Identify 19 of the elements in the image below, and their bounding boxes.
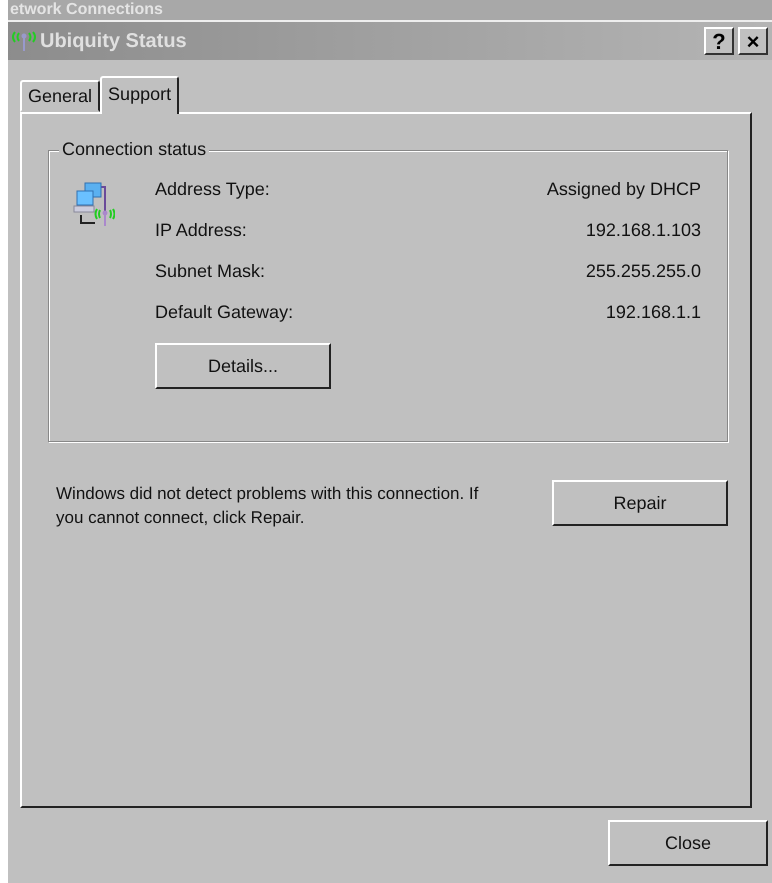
window-title: Ubiquity Status bbox=[40, 30, 188, 52]
field-value: 255.255.255.0 bbox=[586, 261, 701, 282]
antenna-icon bbox=[10, 30, 38, 52]
close-button[interactable]: × bbox=[738, 27, 768, 55]
field-value: Assigned by DHCP bbox=[546, 179, 701, 200]
repair-button[interactable]: Repair bbox=[552, 480, 728, 526]
field-label: Subnet Mask: bbox=[155, 261, 266, 282]
details-button[interactable]: Details... bbox=[155, 343, 331, 389]
tab[interactable]: Support bbox=[100, 76, 180, 114]
tab[interactable]: General bbox=[20, 80, 100, 112]
field-label: IP Address: bbox=[155, 220, 247, 241]
field-label: Default Gateway: bbox=[155, 302, 294, 323]
field-value: 192.168.1.1 bbox=[606, 302, 701, 323]
status-message: Windows did not detect problems with this connection. If you cannot connect, click Repair. bbox=[56, 483, 480, 529]
close-button[interactable]: Close bbox=[608, 820, 768, 866]
field-value: 192.168.1.103 bbox=[586, 220, 701, 241]
field-label: Address Type: bbox=[155, 179, 270, 200]
help-button[interactable]: ? bbox=[704, 27, 734, 55]
background-window-title: etwork Connections bbox=[10, 1, 163, 19]
